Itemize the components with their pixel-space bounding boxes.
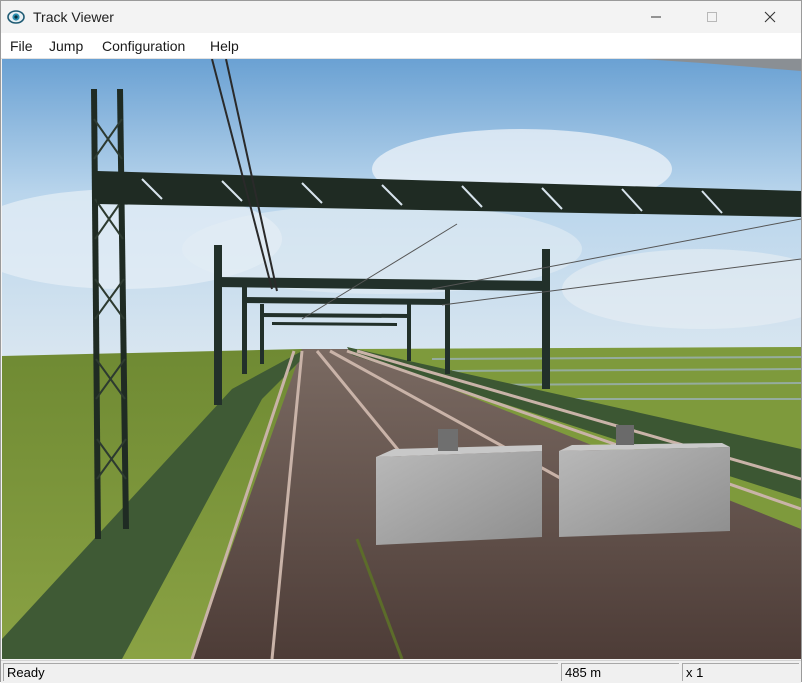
close-button[interactable] [747, 1, 793, 33]
maximize-button[interactable] [689, 1, 735, 33]
menu-help[interactable]: Help [210, 38, 239, 54]
status-distance: 485 m [561, 663, 679, 681]
status-bar: Ready 485 m x 1 [1, 660, 801, 683]
maximize-icon [707, 12, 717, 22]
track-viewer-window: Track Viewer File Jump Configuration Hel… [0, 0, 802, 683]
close-icon [764, 11, 776, 23]
window-title: Track Viewer [33, 9, 114, 25]
track-scene [2, 59, 801, 659]
minimize-button[interactable] [633, 1, 679, 33]
eye-icon [7, 10, 25, 24]
menu-jump[interactable]: Jump [49, 38, 83, 54]
minimize-icon [651, 16, 661, 18]
track-3d-viewport[interactable] [2, 59, 801, 659]
status-message: Ready [3, 663, 558, 681]
title-bar[interactable]: Track Viewer [1, 1, 801, 33]
menu-bar: File Jump Configuration Help [1, 33, 801, 59]
menu-file[interactable]: File [10, 38, 33, 54]
menu-configuration[interactable]: Configuration [102, 38, 185, 54]
status-speed-multiplier: x 1 [682, 663, 799, 681]
